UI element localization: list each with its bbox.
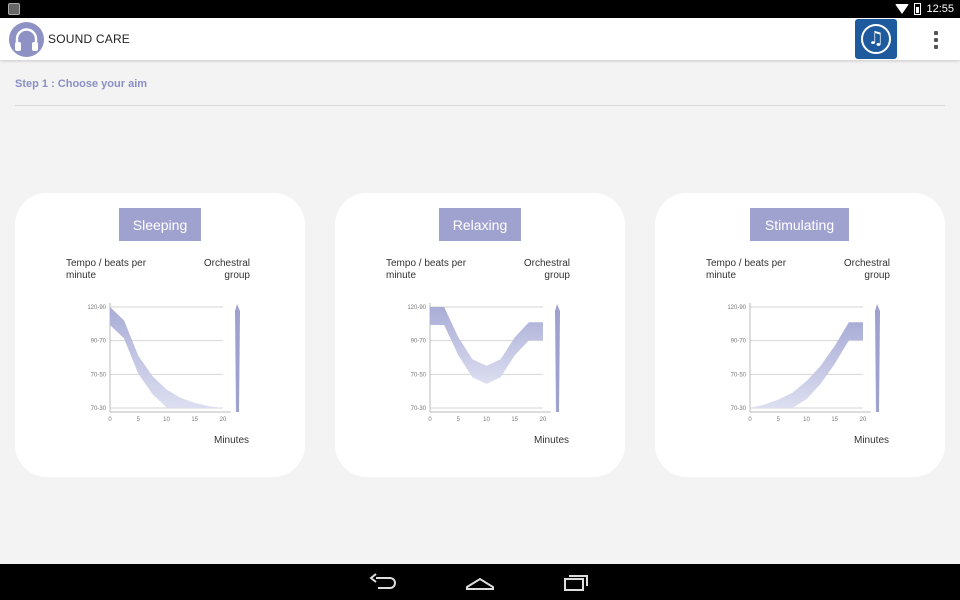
- app-title: SOUND CARE: [48, 32, 131, 46]
- y-tick-label: 120-90: [87, 305, 106, 311]
- back-icon[interactable]: [364, 570, 404, 594]
- x-tick-label: 15: [831, 417, 838, 423]
- chart-axes: [749, 303, 871, 413]
- x-tick-label: 0: [428, 417, 432, 423]
- step-divider: [15, 105, 945, 106]
- x-tick-label: 0: [748, 417, 752, 423]
- y-tick-label: 70-50: [91, 372, 107, 378]
- relaxing-chart: 120-90 90-70 70-50 70-300 5 10 15 20: [407, 303, 560, 423]
- y-tick-label: 70-50: [731, 372, 747, 378]
- stimulating-chart: 120-90 90-70 70-50 70-300 5 10 15 20: [727, 303, 880, 423]
- x-tick-label: 20: [860, 417, 867, 423]
- music-note-icon: ♫: [861, 24, 891, 54]
- y-tick-label: 70-30: [731, 406, 747, 412]
- tempo-curve: [430, 307, 543, 384]
- orchestral-group-bar: [555, 304, 560, 412]
- overflow-menu-icon[interactable]: [926, 30, 946, 50]
- x-tick-label: 5: [777, 417, 781, 423]
- y-tick-label: 90-70: [411, 339, 427, 345]
- y-tick-label: 90-70: [731, 339, 747, 345]
- music-button[interactable]: ♫: [855, 19, 897, 59]
- aim-card-relaxing[interactable]: Relaxing Tempo / beats per minute Orches…: [335, 193, 625, 477]
- y-tick-label: 120-90: [727, 305, 746, 311]
- y-tick-label: 70-50: [411, 372, 427, 378]
- headphones-icon: [9, 22, 44, 57]
- x-tick-label: 10: [483, 417, 490, 423]
- x-tick-label: 5: [457, 417, 461, 423]
- orchestral-group-bar: [235, 304, 240, 412]
- app-bar: SOUND CARE ♫: [0, 18, 960, 60]
- step-label: Step 1 : Choose your aim: [15, 78, 148, 90]
- status-time: 12:55: [926, 3, 954, 15]
- tempo-curve: [110, 307, 223, 408]
- aim-card-sleeping[interactable]: Sleeping Tempo / beats per minute Orches…: [15, 193, 305, 477]
- y-tick-label: 70-30: [411, 406, 427, 412]
- battery-icon: [914, 3, 922, 15]
- tempo-curve: [750, 322, 863, 408]
- x-tick-label: 0: [108, 417, 112, 423]
- status-bar: 12:55: [0, 0, 960, 18]
- notification-icon: [8, 3, 20, 15]
- recents-icon[interactable]: [556, 570, 596, 594]
- x-tick-label: 5: [137, 417, 141, 423]
- x-tick-label: 15: [191, 417, 198, 423]
- x-tick-label: 10: [803, 417, 810, 423]
- home-icon[interactable]: [460, 570, 500, 594]
- wifi-icon: [895, 4, 910, 14]
- y-tick-label: 120-90: [407, 305, 426, 311]
- navigation-bar: [0, 564, 960, 600]
- y-tick-label: 70-30: [91, 406, 107, 412]
- x-tick-label: 15: [511, 417, 518, 423]
- aim-card-stimulating[interactable]: Stimulating Tempo / beats per minute Orc…: [655, 193, 945, 477]
- x-tick-label: 20: [220, 417, 227, 423]
- sleeping-chart: 120-90 90-70 70-50 70-300 5 10 15 20: [87, 303, 240, 423]
- orchestral-group-bar: [875, 304, 880, 412]
- x-tick-label: 10: [163, 417, 170, 423]
- y-tick-label: 90-70: [91, 339, 107, 345]
- x-tick-label: 20: [540, 417, 547, 423]
